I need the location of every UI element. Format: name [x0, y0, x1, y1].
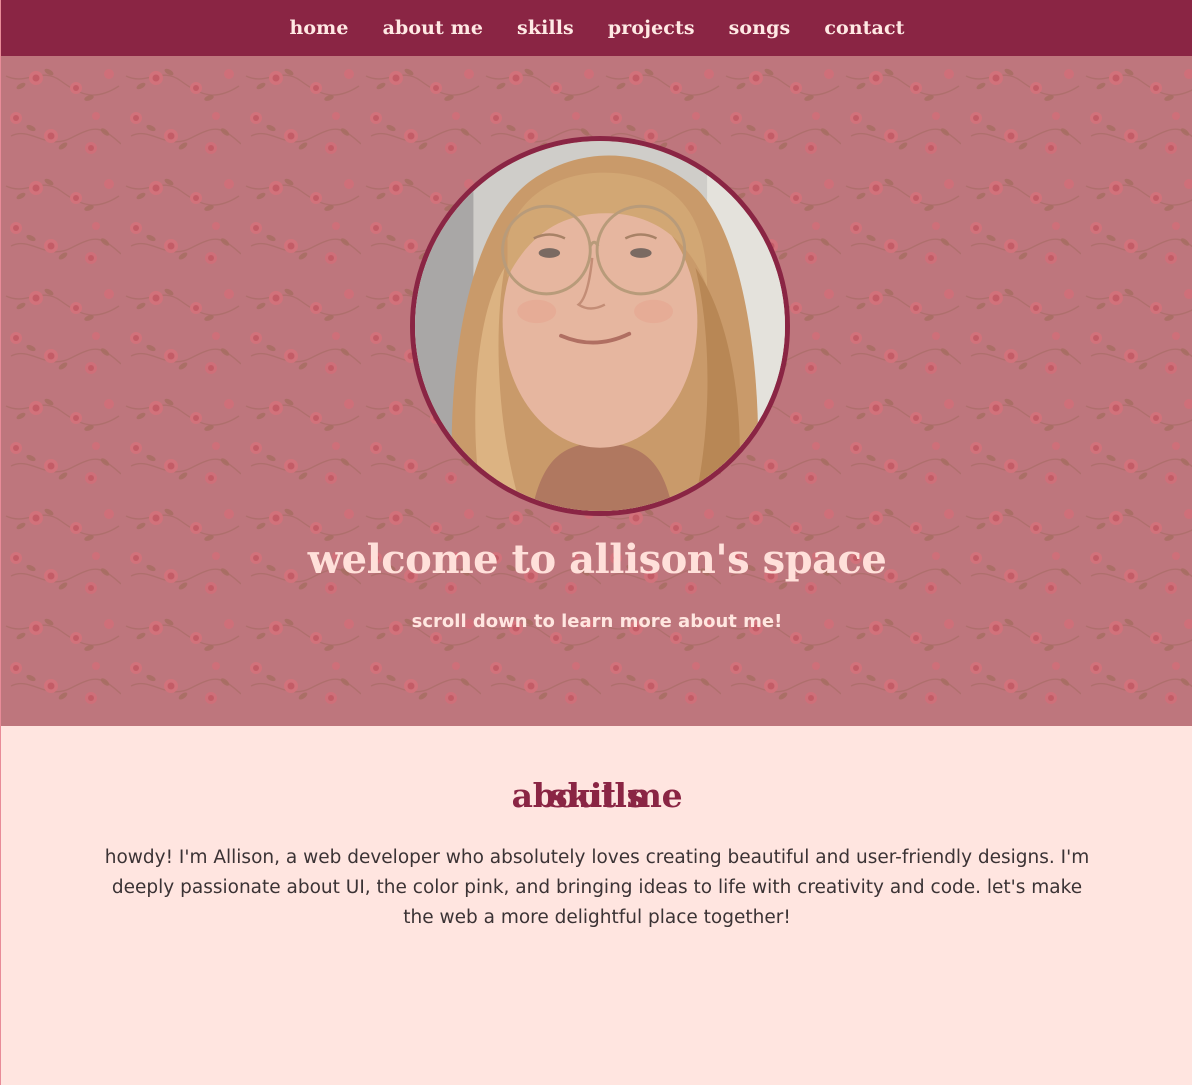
- hero-content: welcome to allison's space scroll down t…: [1, 56, 1192, 726]
- skills-heading: skills: [549, 776, 645, 815]
- profile-photo: [415, 141, 785, 511]
- top-nav: home about me skills projects songs cont…: [1, 0, 1192, 56]
- hero-section: welcome to allison's space scroll down t…: [1, 56, 1192, 726]
- hero-title: welcome to allison's space: [307, 536, 887, 583]
- nav-link-songs[interactable]: songs: [729, 17, 791, 39]
- about-section: about me howdy! I'm Allison, a web devel…: [1, 726, 1192, 1085]
- nav-link-about-me[interactable]: about me: [383, 17, 483, 39]
- avatar: [410, 136, 790, 516]
- nav-link-home[interactable]: home: [289, 17, 348, 39]
- nav-link-contact[interactable]: contact: [824, 17, 904, 39]
- hero-subtitle: scroll down to learn more about me!: [411, 611, 783, 632]
- about-paragraph: howdy! I'm Allison, a web developer who …: [104, 847, 1090, 928]
- nav-link-projects[interactable]: projects: [608, 17, 695, 39]
- nav-link-skills[interactable]: skills: [517, 17, 574, 39]
